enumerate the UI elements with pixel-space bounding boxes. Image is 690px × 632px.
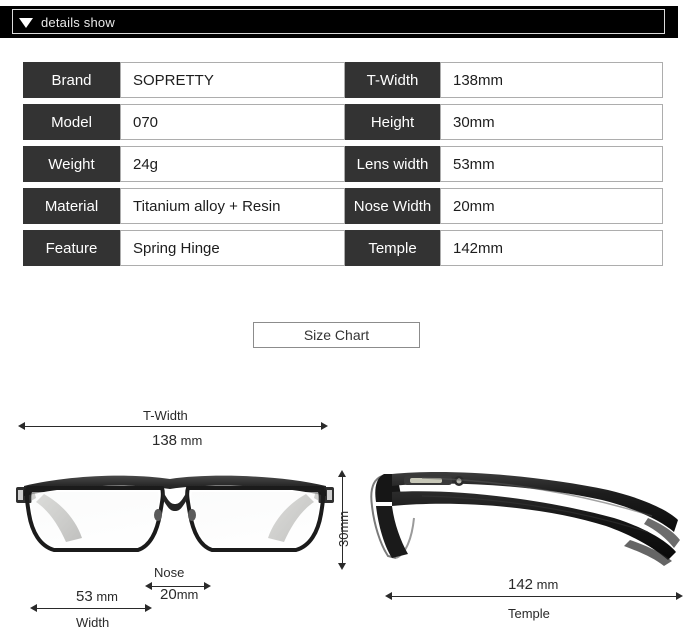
spec-value-model: 070: [120, 104, 345, 140]
table-row: Model 070 Height 30mm: [23, 104, 663, 140]
spec-label-model: Model: [23, 104, 120, 140]
t-width-arrow: [18, 422, 328, 431]
header-title: details show: [41, 15, 115, 30]
spec-value-weight: 24g: [120, 146, 345, 182]
arrow-line: [389, 596, 679, 597]
table-row: Weight 24g Lens width 53mm: [23, 146, 663, 182]
t-width-unit: mm: [180, 433, 203, 448]
spec-value-temple: 142mm: [440, 230, 663, 266]
table-row: Material Titanium alloy + Resin Nose Wid…: [23, 188, 663, 224]
spec-label-brand: Brand: [23, 62, 120, 98]
t-width-label: T-Width: [143, 408, 188, 423]
arrow-head-right-icon: [204, 582, 211, 590]
spec-label-feature: Feature: [23, 230, 120, 266]
spec-label-material: Material: [23, 188, 120, 224]
temple-number: 142: [508, 576, 534, 593]
details-show-header[interactable]: details show: [0, 6, 678, 38]
lens-width-arrow: [30, 604, 152, 613]
nose-width-value: 20mm: [160, 586, 198, 603]
t-width-number: 138: [152, 432, 178, 449]
arrow-head-right-icon: [676, 592, 683, 600]
spec-value-material: Titanium alloy + Resin: [120, 188, 345, 224]
spec-value-nose-width: 20mm: [440, 188, 663, 224]
temple-value: 142 mm: [508, 576, 558, 593]
nose-label: Nose: [154, 565, 185, 580]
lens-width-unit: mm: [96, 589, 118, 604]
lens-height-value: 30mm: [336, 510, 351, 547]
spec-label-weight: Weight: [23, 146, 120, 182]
nose-width-number: 20: [160, 586, 177, 603]
spec-label-height: Height: [345, 104, 440, 140]
lens-width-number: 53: [76, 588, 93, 605]
spec-label-temple: Temple: [345, 230, 440, 266]
arrow-head-right-icon: [145, 604, 152, 612]
table-row: Brand SOPRETTY T-Width 138mm: [23, 62, 663, 98]
spec-value-feature: Spring Hinge: [120, 230, 345, 266]
spec-value-t-width: 138mm: [440, 62, 663, 98]
spec-label-t-width: T-Width: [345, 62, 440, 98]
arrow-line: [22, 426, 324, 427]
lens-width-label: Width: [76, 615, 110, 630]
nose-width-unit: mm: [176, 587, 199, 602]
spec-value-height: 30mm: [440, 104, 663, 140]
arrow-head-bottom-icon: [338, 563, 346, 570]
spec-value-lens-width: 53mm: [440, 146, 663, 182]
temple-unit: mm: [536, 577, 559, 592]
arrow-head-right-icon: [321, 422, 328, 430]
spec-value-brand: SOPRETTY: [120, 62, 345, 98]
arrow-line: [34, 608, 148, 609]
temple-label: Temple: [508, 606, 550, 621]
spec-label-nose-width: Nose Width: [345, 188, 440, 224]
t-width-value: 138 mm: [152, 432, 202, 449]
specification-table: Brand SOPRETTY T-Width 138mm Model 070 H…: [23, 62, 663, 272]
size-chart-title: Size Chart: [253, 322, 420, 348]
spec-label-lens-width: Lens width: [345, 146, 440, 182]
eyeglasses-front-view: [16, 475, 334, 552]
eyeglasses-side-view: [370, 471, 680, 566]
triangle-down-icon[interactable]: [19, 18, 33, 28]
temple-arrow: [385, 592, 683, 601]
table-row: Feature Spring Hinge Temple 142mm: [23, 230, 663, 266]
lens-width-value: 53 mm: [76, 588, 118, 605]
